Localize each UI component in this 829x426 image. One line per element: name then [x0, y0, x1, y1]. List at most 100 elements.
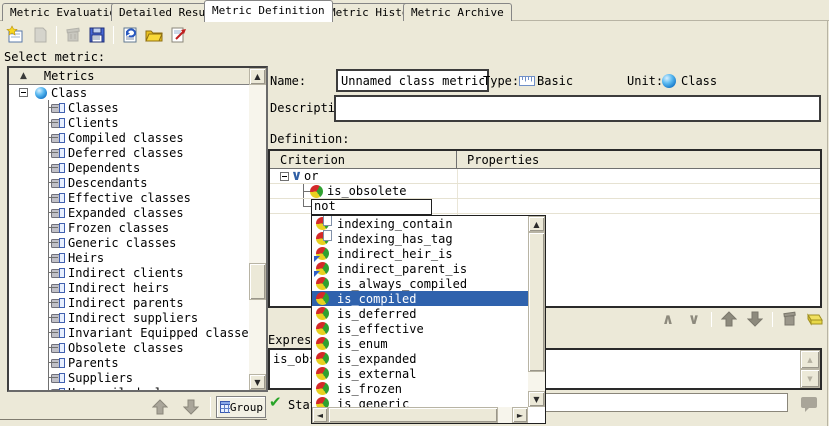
dropdown-hscrollbar[interactable]: ◄ ►	[312, 407, 528, 423]
dropdown-item[interactable]: is_frozen	[312, 381, 528, 396]
dropdown-vscrollbar-thumb[interactable]	[528, 232, 545, 372]
tree-item[interactable]: Classes	[10, 100, 249, 115]
metric-tool-window: Metric Evaluation Detailed Result Metric…	[0, 0, 829, 426]
criterion-move-up-icon[interactable]	[721, 311, 737, 327]
criterion-row-is-obsolete[interactable]: is_obsolete	[270, 184, 820, 199]
tree-item[interactable]: Obsolete classes	[10, 340, 249, 355]
export-metric-icon[interactable]	[166, 24, 190, 46]
tree-item[interactable]: Heirs	[10, 250, 249, 265]
tree-scrollbar-track[interactable]	[249, 85, 266, 374]
tree-item[interactable]: Uncompiled classes	[10, 385, 249, 390]
collapse-icon[interactable]	[280, 172, 289, 181]
dropdown-item[interactable]: is_expanded	[312, 351, 528, 366]
move-up-icon[interactable]	[152, 399, 168, 415]
tree-item[interactable]: Dependents	[10, 160, 249, 175]
criterion-column-header[interactable]: Criterion	[270, 151, 457, 168]
tree-item[interactable]: Suppliers	[10, 370, 249, 385]
criterion-pie-icon	[316, 352, 329, 365]
tree-item[interactable]: Generic classes	[10, 235, 249, 250]
dropdown-scroll-down-button[interactable]: ▼	[528, 391, 545, 407]
type-label: Type:	[483, 74, 519, 88]
tree-item[interactable]: Frozen classes	[10, 220, 249, 235]
comment-icon[interactable]	[799, 395, 819, 413]
tree-connector	[48, 385, 60, 390]
dropdown-item[interactable]: is_always_compiled	[312, 276, 528, 291]
dropdown-item-label: indexing_contain	[337, 217, 453, 231]
tree-connector	[48, 355, 60, 370]
dropdown-scroll-right-button[interactable]: ►	[512, 407, 528, 423]
tree-item-label: Frozen classes	[68, 221, 169, 235]
tree-item[interactable]: Compiled classes	[10, 130, 249, 145]
dropdown-hscrollbar-thumb[interactable]	[328, 407, 498, 423]
new-metric-icon[interactable]	[4, 24, 28, 46]
copy-metric-icon[interactable]	[28, 24, 52, 46]
tree-item-class-root[interactable]: Class	[10, 85, 249, 100]
tree-item[interactable]: Parents	[10, 355, 249, 370]
spin-down-icon[interactable]: ▼	[800, 369, 820, 388]
tree-item[interactable]: Invariant Equipped classes	[10, 325, 249, 340]
tree-item[interactable]: Descendants	[10, 175, 249, 190]
tree-connector	[48, 130, 60, 145]
tree-scroll-down-button[interactable]: ▼	[249, 374, 266, 390]
delete-metric-icon[interactable]	[61, 24, 85, 46]
criterion-pie-icon	[310, 185, 323, 198]
dropdown-item[interactable]: is_deferred	[312, 306, 528, 321]
tree-item[interactable]: Effective classes	[10, 190, 249, 205]
description-input[interactable]	[334, 95, 821, 122]
tree-item[interactable]: Indirect suppliers	[10, 310, 249, 325]
dropdown-scroll-up-button[interactable]: ▲	[528, 216, 545, 232]
tree-connector	[48, 235, 60, 250]
unit-label: Unit:	[627, 74, 663, 88]
tree-item[interactable]: Indirect clients	[10, 265, 249, 280]
reload-metric-icon[interactable]	[118, 24, 142, 46]
dropdown-item[interactable]: indexing_contain	[312, 216, 528, 231]
tree-item[interactable]: Clients	[10, 115, 249, 130]
tab-metric-archive[interactable]: Metric Archive	[403, 3, 512, 21]
dropdown-item[interactable]: indirect_parent_is	[312, 261, 528, 276]
criterion-pie-icon	[316, 247, 329, 260]
tree-connector	[48, 250, 60, 265]
dropdown-item[interactable]: is_compiled	[312, 291, 528, 306]
criterion-move-down-icon[interactable]	[747, 311, 763, 327]
collapse-icon[interactable]	[19, 88, 28, 97]
dropdown-scroll-left-button[interactable]: ◄	[312, 407, 328, 423]
erase-criterion-icon[interactable]	[803, 311, 823, 327]
tree-item[interactable]: Deferred classes	[10, 145, 249, 160]
tree-item[interactable]: Indirect heirs	[10, 280, 249, 295]
save-metric-icon[interactable]	[85, 24, 109, 46]
add-and-criterion-icon[interactable]: ∧	[655, 310, 681, 328]
tree-item-label: Class	[51, 86, 87, 100]
name-input[interactable]	[336, 69, 489, 92]
dropdown-item[interactable]: is_external	[312, 366, 528, 381]
dropdown-item[interactable]: is_enum	[312, 336, 528, 351]
tree-scroll-up-button[interactable]: ▲	[249, 68, 266, 85]
group-button[interactable]: Group	[216, 396, 266, 418]
dropdown-item-label: is_frozen	[337, 382, 402, 396]
criterion-pie-icon	[316, 397, 329, 407]
controls-separator	[210, 397, 211, 417]
tree-item-label: Dependents	[68, 161, 140, 175]
criterion-edit-box[interactable]: not	[311, 199, 432, 215]
move-down-icon[interactable]	[183, 399, 199, 415]
add-or-criterion-icon[interactable]: ∨	[681, 310, 707, 328]
properties-column-header[interactable]: Properties	[457, 153, 539, 167]
dropdown-vscrollbar[interactable]: ▲ ▼	[528, 216, 545, 407]
metric-tree-header[interactable]: ▲ Metrics	[9, 68, 249, 85]
tree-item-label: Effective classes	[68, 191, 191, 205]
dropdown-item[interactable]: is_generic	[312, 396, 528, 407]
tree-item[interactable]: Indirect parents	[10, 295, 249, 310]
criterion-pie-icon	[316, 262, 329, 275]
delete-criterion-icon[interactable]	[780, 310, 798, 328]
dropdown-item[interactable]: is_effective	[312, 321, 528, 336]
dropdown-item[interactable]: indexing_has_tag	[312, 231, 528, 246]
tree-item-label: Generic classes	[68, 236, 176, 250]
criterion-toolbar: ∧ ∨	[655, 309, 825, 329]
spin-up-icon[interactable]: ▲	[800, 350, 820, 369]
criterion-row-or[interactable]: ∨ or	[270, 169, 820, 184]
tab-metric-definition[interactable]: Metric Definition	[204, 0, 333, 22]
open-metric-file-icon[interactable]	[142, 24, 166, 46]
tree-scrollbar-thumb[interactable]	[249, 263, 266, 300]
tree-item[interactable]: Expanded classes	[10, 205, 249, 220]
tree-connector	[48, 325, 60, 340]
dropdown-item[interactable]: indirect_heir_is	[312, 246, 528, 261]
